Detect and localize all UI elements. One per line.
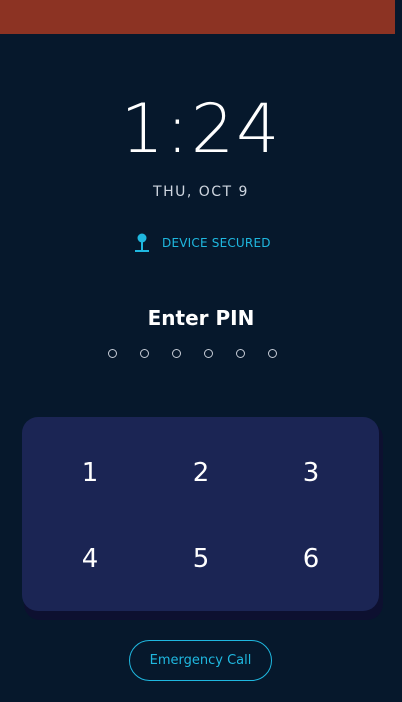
- pin-dot: [268, 349, 277, 358]
- pin-icon: [133, 233, 151, 253]
- pin-dot: [108, 349, 117, 358]
- keypad: 1 2 3 4 5 6: [22, 417, 379, 611]
- pin-dot: [140, 349, 149, 358]
- pin-dot: [236, 349, 245, 358]
- pin-dot: [172, 349, 181, 358]
- device-secured-label: DEVICE SECURED: [162, 236, 271, 250]
- pin-dot: [204, 349, 213, 358]
- key-6[interactable]: 6: [256, 519, 366, 599]
- key-4[interactable]: 4: [35, 519, 145, 599]
- emergency-call-button[interactable]: Emergency Call: [129, 640, 272, 681]
- clock-time: 1:24: [120, 90, 282, 169]
- pin-indicator: [108, 349, 300, 358]
- key-1[interactable]: 1: [35, 433, 145, 513]
- key-2[interactable]: 2: [146, 433, 256, 513]
- clock-date: THU, OCT 9: [153, 184, 249, 200]
- device-secured-indicator: DEVICE SECURED: [133, 233, 271, 253]
- pin-prompt: Enter PIN: [147, 306, 255, 330]
- key-3[interactable]: 3: [256, 433, 366, 513]
- status-bar: [0, 0, 395, 34]
- key-5[interactable]: 5: [146, 519, 256, 599]
